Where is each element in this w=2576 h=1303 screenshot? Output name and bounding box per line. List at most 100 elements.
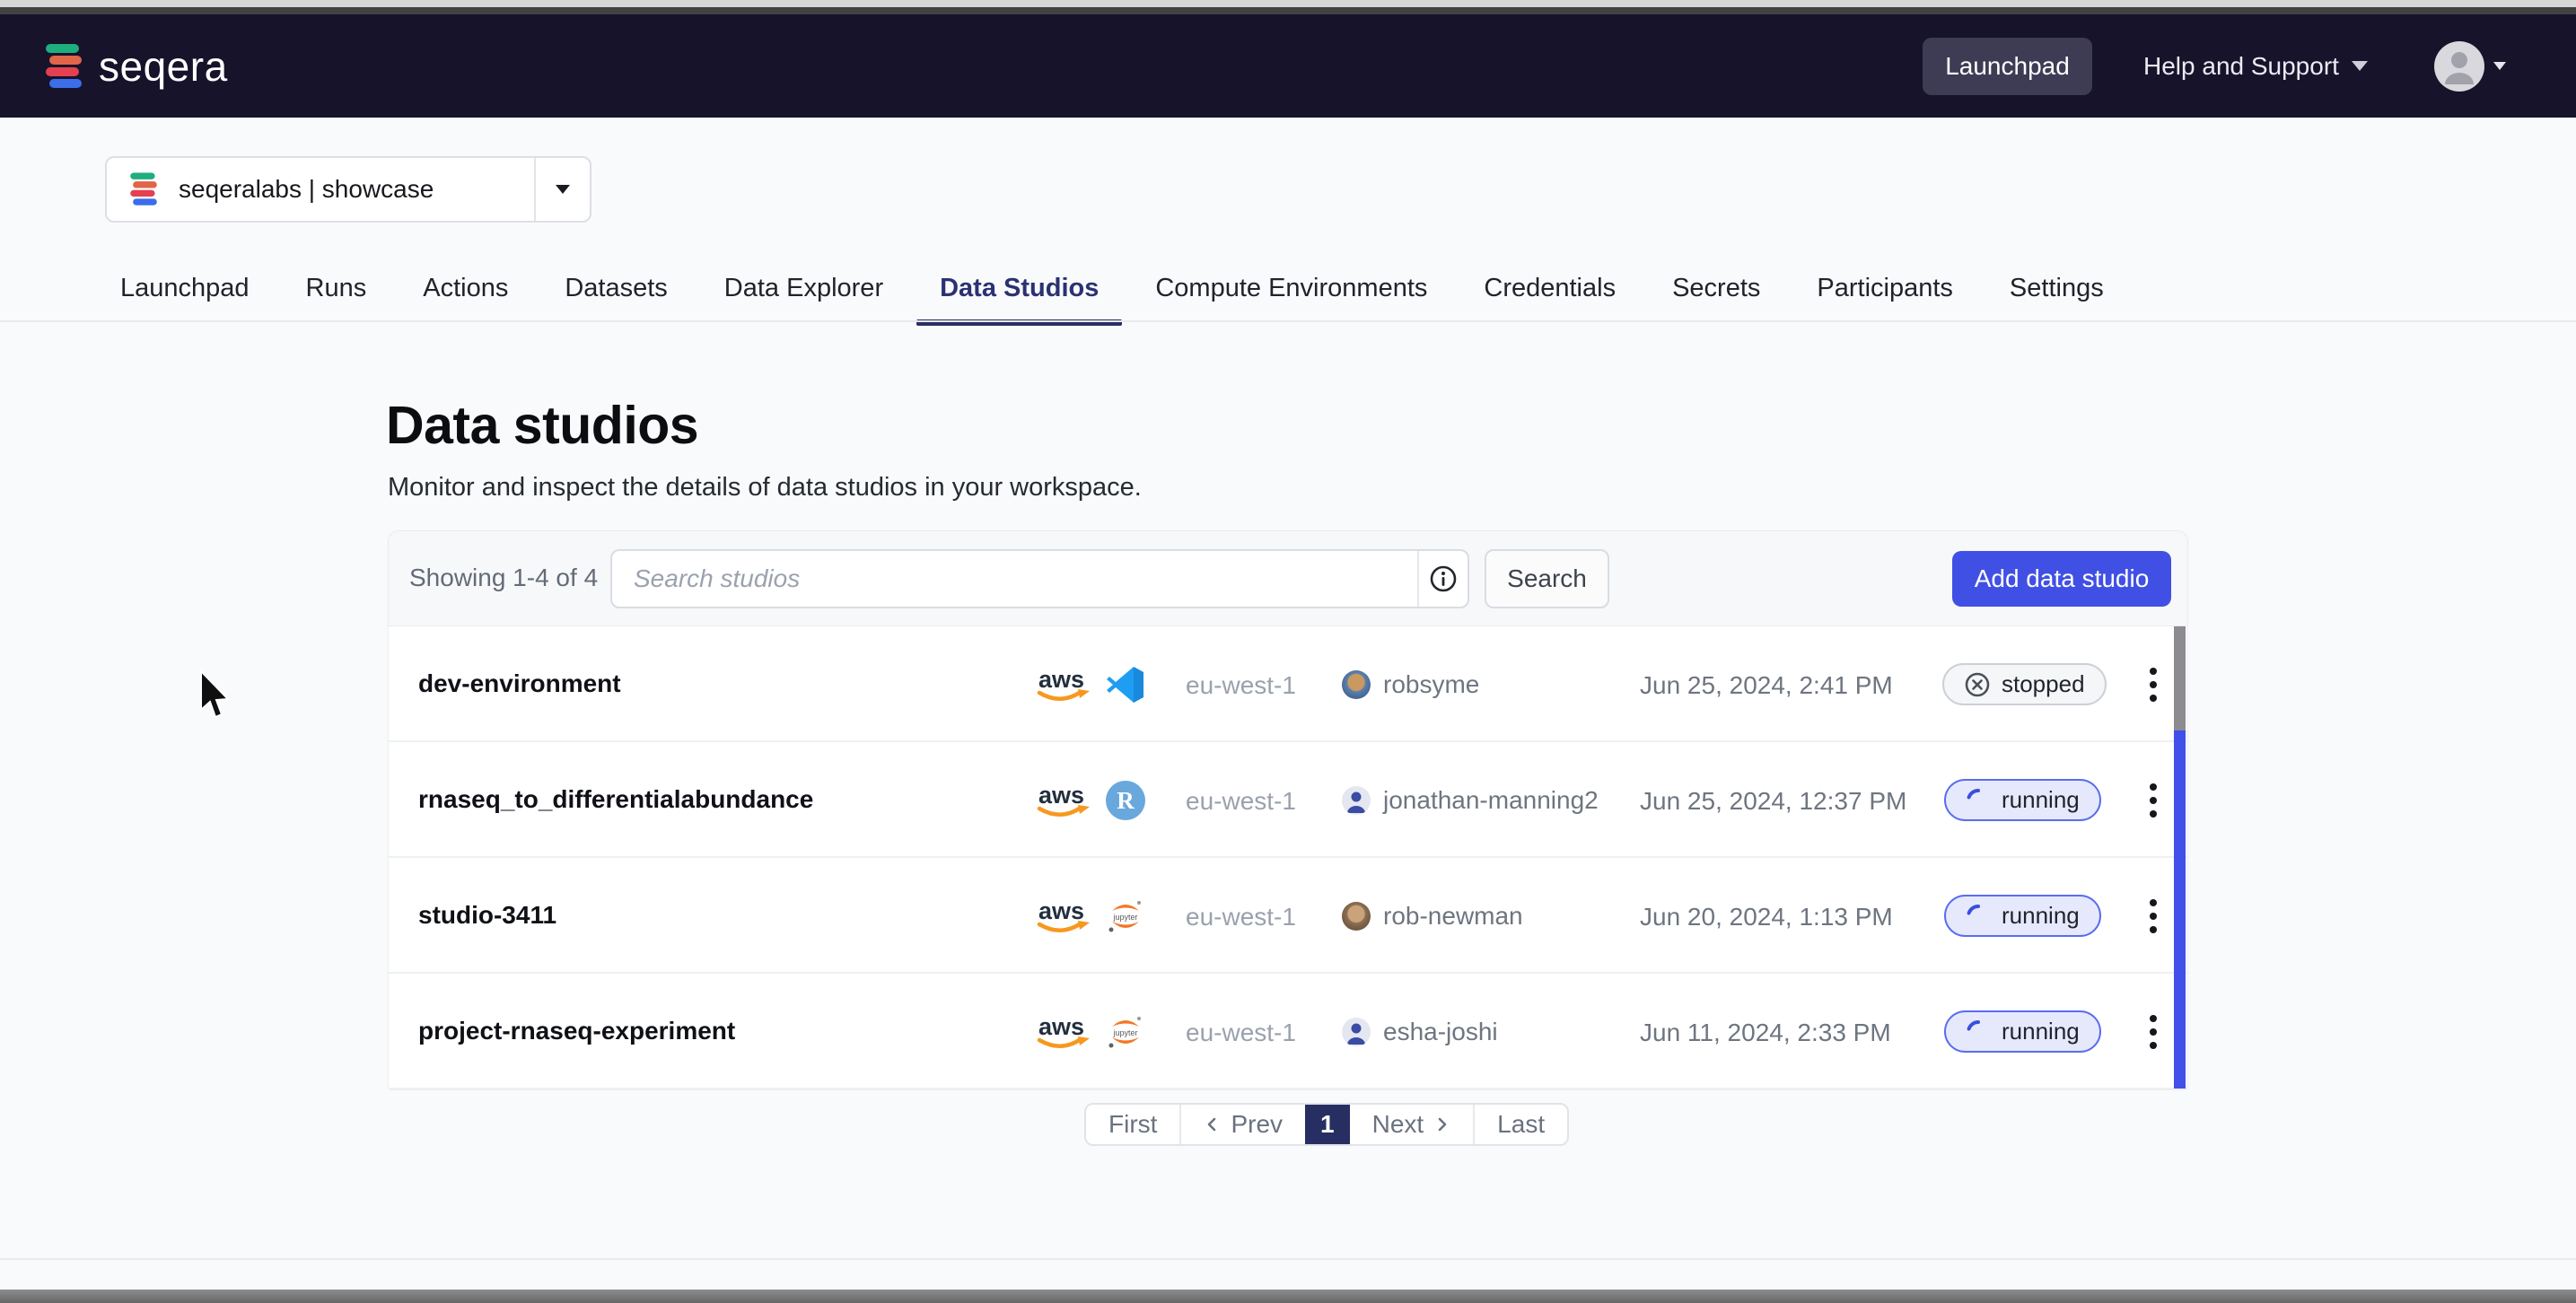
user-name: jonathan-manning2 <box>1383 786 1599 815</box>
table-row[interactable]: rnaseq_to_differentialabundance aws R eu… <box>389 742 2187 858</box>
status-badge: running <box>1944 1010 2101 1053</box>
user-avatar-icon <box>2434 41 2484 92</box>
data-studios-page: seqera Launchpad Help and Support seqera… <box>0 0 2576 1303</box>
kebab-menu-button[interactable] <box>2134 890 2173 942</box>
provider-icons: aws R <box>1037 742 1146 858</box>
tab-participants[interactable]: Participants <box>1817 274 1953 324</box>
aws-icon: aws <box>1037 781 1092 820</box>
table-toolbar: Showing 1-4 of 4 Search Add data studio <box>388 530 2188 626</box>
user-cell: jonathan-manning2 <box>1342 742 1599 858</box>
status-badge: stopped <box>1942 663 2107 705</box>
aws-icon: aws <box>1037 896 1092 936</box>
studio-name-link[interactable]: project-rnaseq-experiment <box>418 1017 735 1045</box>
studio-name-link[interactable]: studio-3411 <box>418 901 556 930</box>
pagination-prev-label: Prev <box>1231 1110 1283 1139</box>
info-icon[interactable] <box>1417 551 1468 607</box>
svg-text:aws: aws <box>1038 782 1084 809</box>
jupyter-icon: jupyter <box>1105 896 1146 937</box>
footer-divider <box>0 1258 2576 1260</box>
tab-bar-divider <box>0 320 2576 322</box>
add-data-studio-button[interactable]: Add data studio <box>1952 551 2171 607</box>
pagination-first-button[interactable]: First <box>1086 1105 1179 1144</box>
screen-edge-bottom <box>0 1290 2576 1303</box>
table-row[interactable]: project-rnaseq-experiment aws jupyter <box>389 974 2187 1089</box>
chevron-right-icon <box>1433 1115 1450 1133</box>
user-avatar <box>1342 670 1371 699</box>
search-button[interactable]: Search <box>1485 549 1609 608</box>
studio-name-link[interactable]: rnaseq_to_differentialabundance <box>418 785 813 814</box>
tab-secrets[interactable]: Secrets <box>1672 274 1760 324</box>
provider-icons: aws <box>1037 626 1146 742</box>
tab-credentials[interactable]: Credentials <box>1484 274 1616 324</box>
pagination-prev-button[interactable]: Prev <box>1181 1105 1305 1144</box>
user-cell: rob-newman <box>1342 858 1523 974</box>
user-name: esha-joshi <box>1383 1018 1498 1046</box>
region-label: eu-west-1 <box>1186 787 1296 816</box>
tab-compute-environments[interactable]: Compute Environments <box>1155 274 1427 324</box>
status-badge: running <box>1944 895 2101 937</box>
pagination-next-button[interactable]: Next <box>1350 1105 1474 1144</box>
table-scrollbar[interactable] <box>2174 626 2186 1089</box>
help-and-support-menu[interactable]: Help and Support <box>2143 14 2368 118</box>
user-avatar <box>1342 902 1371 931</box>
pagination-next-label: Next <box>1372 1110 1424 1139</box>
tab-data-explorer[interactable]: Data Explorer <box>724 274 883 324</box>
scrollbar-accent-track <box>2174 730 2186 1089</box>
table-row[interactable]: dev-environment aws eu-west-1 robsym <box>389 626 2187 742</box>
launchpad-button[interactable]: Launchpad <box>1923 38 2092 95</box>
r-ide-icon: R <box>1105 780 1146 821</box>
brand-logo[interactable]: seqera <box>43 14 228 118</box>
aws-icon: aws <box>1037 665 1092 704</box>
pagination: First Prev 1 Next Last <box>1084 1103 1569 1146</box>
status-label: running <box>2002 1018 2080 1045</box>
workspace-selector[interactable]: seqeralabs | showcase <box>105 156 591 223</box>
svg-text:aws: aws <box>1038 897 1084 924</box>
tab-bar: Launchpad Runs Actions Datasets Data Exp… <box>120 274 2104 324</box>
tab-data-studios[interactable]: Data Studios <box>940 274 1099 324</box>
created-date: Jun 11, 2024, 2:33 PM <box>1640 1019 1891 1047</box>
chevron-down-icon <box>2352 61 2368 71</box>
tab-datasets[interactable]: Datasets <box>565 274 667 324</box>
pagination-current-page[interactable]: 1 <box>1305 1105 1350 1144</box>
screen-edge-top-dark <box>0 7 2576 14</box>
chevron-down-icon <box>556 185 570 194</box>
results-count: Showing 1-4 of 4 <box>409 564 598 592</box>
table-row[interactable]: studio-3411 aws jupyter eu-w <box>389 858 2187 974</box>
studios-table-card: Showing 1-4 of 4 Search Add data studio … <box>388 530 2188 1090</box>
jupyter-icon: jupyter <box>1105 1011 1146 1053</box>
scrollbar-thumb[interactable] <box>2174 626 2186 730</box>
svg-text:aws: aws <box>1038 666 1084 693</box>
kebab-menu-button[interactable] <box>2134 659 2173 711</box>
svg-text:jupyter: jupyter <box>1112 1028 1137 1037</box>
workspace-dropdown-toggle[interactable] <box>534 158 590 221</box>
status-label: stopped <box>2002 670 2085 698</box>
region-label: eu-west-1 <box>1186 671 1296 700</box>
svg-text:jupyter: jupyter <box>1112 913 1137 922</box>
tab-launchpad[interactable]: Launchpad <box>120 274 250 324</box>
stopped-icon <box>1964 671 1991 698</box>
page-title: Data studios <box>386 395 698 456</box>
page-subtitle: Monitor and inspect the details of data … <box>388 473 1142 503</box>
provider-icons: aws jupyter <box>1037 974 1146 1089</box>
tab-settings[interactable]: Settings <box>2010 274 2104 324</box>
svg-text:aws: aws <box>1038 1013 1084 1040</box>
spinner-icon <box>1966 904 1991 929</box>
tab-actions[interactable]: Actions <box>423 274 508 324</box>
region-label: eu-west-1 <box>1186 1019 1296 1047</box>
user-avatar <box>1342 786 1371 815</box>
workspace-name: seqeralabs | showcase <box>179 175 534 204</box>
pagination-last-button[interactable]: Last <box>1475 1105 1567 1144</box>
kebab-menu-button[interactable] <box>2134 1006 2173 1058</box>
status-label: running <box>2002 902 2080 930</box>
search-input[interactable] <box>612 551 1417 607</box>
tab-runs[interactable]: Runs <box>306 274 367 324</box>
user-menu[interactable] <box>2434 14 2506 118</box>
help-and-support-label: Help and Support <box>2143 52 2339 81</box>
chevron-left-icon <box>1204 1115 1222 1133</box>
created-date: Jun 25, 2024, 2:41 PM <box>1640 671 1893 700</box>
user-cell: robsyme <box>1342 626 1479 742</box>
kebab-menu-button[interactable] <box>2134 774 2173 826</box>
user-name: rob-newman <box>1383 902 1523 931</box>
studio-name-link[interactable]: dev-environment <box>418 669 621 698</box>
seqera-logo-icon <box>43 41 84 92</box>
